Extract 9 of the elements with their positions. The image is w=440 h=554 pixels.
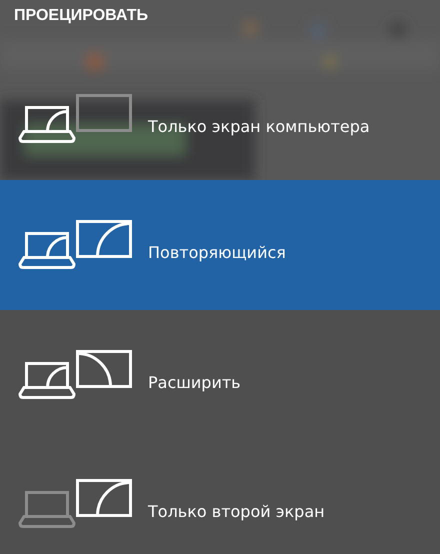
projection-option[interactable]: Расширить bbox=[0, 310, 440, 440]
laptop-monitor-icon bbox=[18, 350, 134, 400]
laptop-monitor-icon bbox=[18, 479, 134, 529]
panel-title: ПРОЕЦИРОВАТЬ bbox=[13, 6, 148, 26]
laptop-monitor-icon bbox=[18, 220, 134, 270]
projection-option[interactable]: Только экран компьютера bbox=[0, 48, 440, 180]
laptop-monitor-icon bbox=[18, 94, 134, 144]
projection-option[interactable]: Только второй экран bbox=[0, 440, 440, 554]
projection-option[interactable]: Повторяющийся bbox=[0, 180, 440, 310]
